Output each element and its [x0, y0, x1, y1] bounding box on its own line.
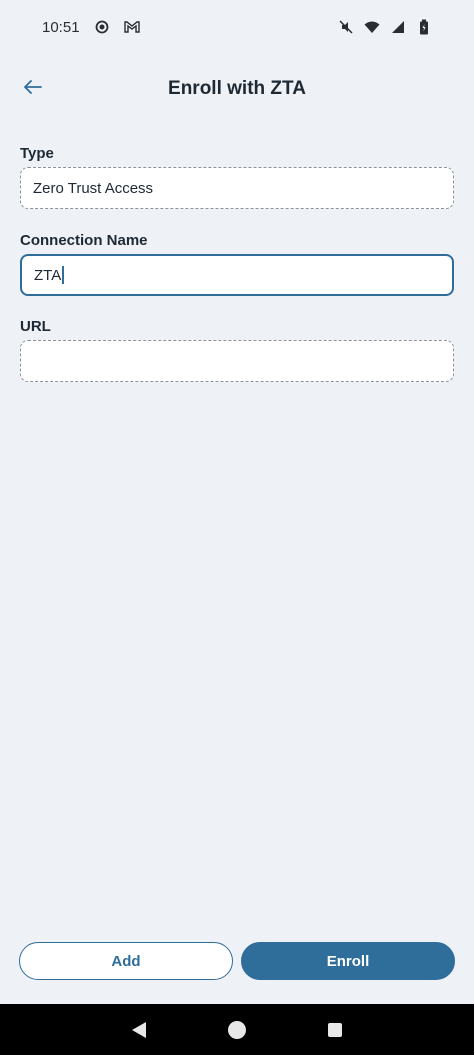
nav-home-button[interactable]: [224, 1017, 250, 1043]
signal-icon: [390, 19, 406, 35]
nav-back-button[interactable]: [126, 1017, 152, 1043]
type-label: Type: [20, 145, 54, 162]
back-arrow-icon: [24, 79, 42, 99]
status-right: [338, 19, 432, 35]
type-value: Zero Trust Access: [33, 179, 154, 197]
status-left: 10:51: [42, 19, 140, 36]
status-bar: 10:51: [0, 0, 474, 54]
wifi-icon: [364, 19, 380, 35]
connection-name-field[interactable]: ZTA: [20, 254, 454, 296]
connection-name-label: Connection Name: [20, 232, 148, 249]
nav-recents-button[interactable]: [322, 1017, 348, 1043]
battery-icon: [416, 19, 432, 35]
url-label: URL: [20, 318, 51, 335]
system-nav-bar: [0, 1004, 474, 1055]
gmail-icon: [123, 19, 140, 35]
add-button[interactable]: Add: [19, 942, 233, 980]
enroll-button[interactable]: Enroll: [241, 942, 455, 980]
mute-icon: [338, 19, 354, 35]
page-title: Enroll with ZTA: [168, 78, 306, 99]
back-button[interactable]: [18, 74, 48, 104]
app-header: Enroll with ZTA: [0, 62, 474, 116]
sync-icon: [94, 19, 110, 35]
type-field: Zero Trust Access: [20, 167, 454, 209]
nav-home-icon: [228, 1020, 246, 1039]
text-caret: [62, 266, 65, 284]
status-time: 10:51: [42, 18, 80, 36]
nav-recents-icon: [328, 1022, 342, 1037]
nav-back-icon: [132, 1021, 146, 1038]
url-field[interactable]: [20, 340, 454, 382]
connection-name-value: ZTA: [34, 266, 62, 284]
